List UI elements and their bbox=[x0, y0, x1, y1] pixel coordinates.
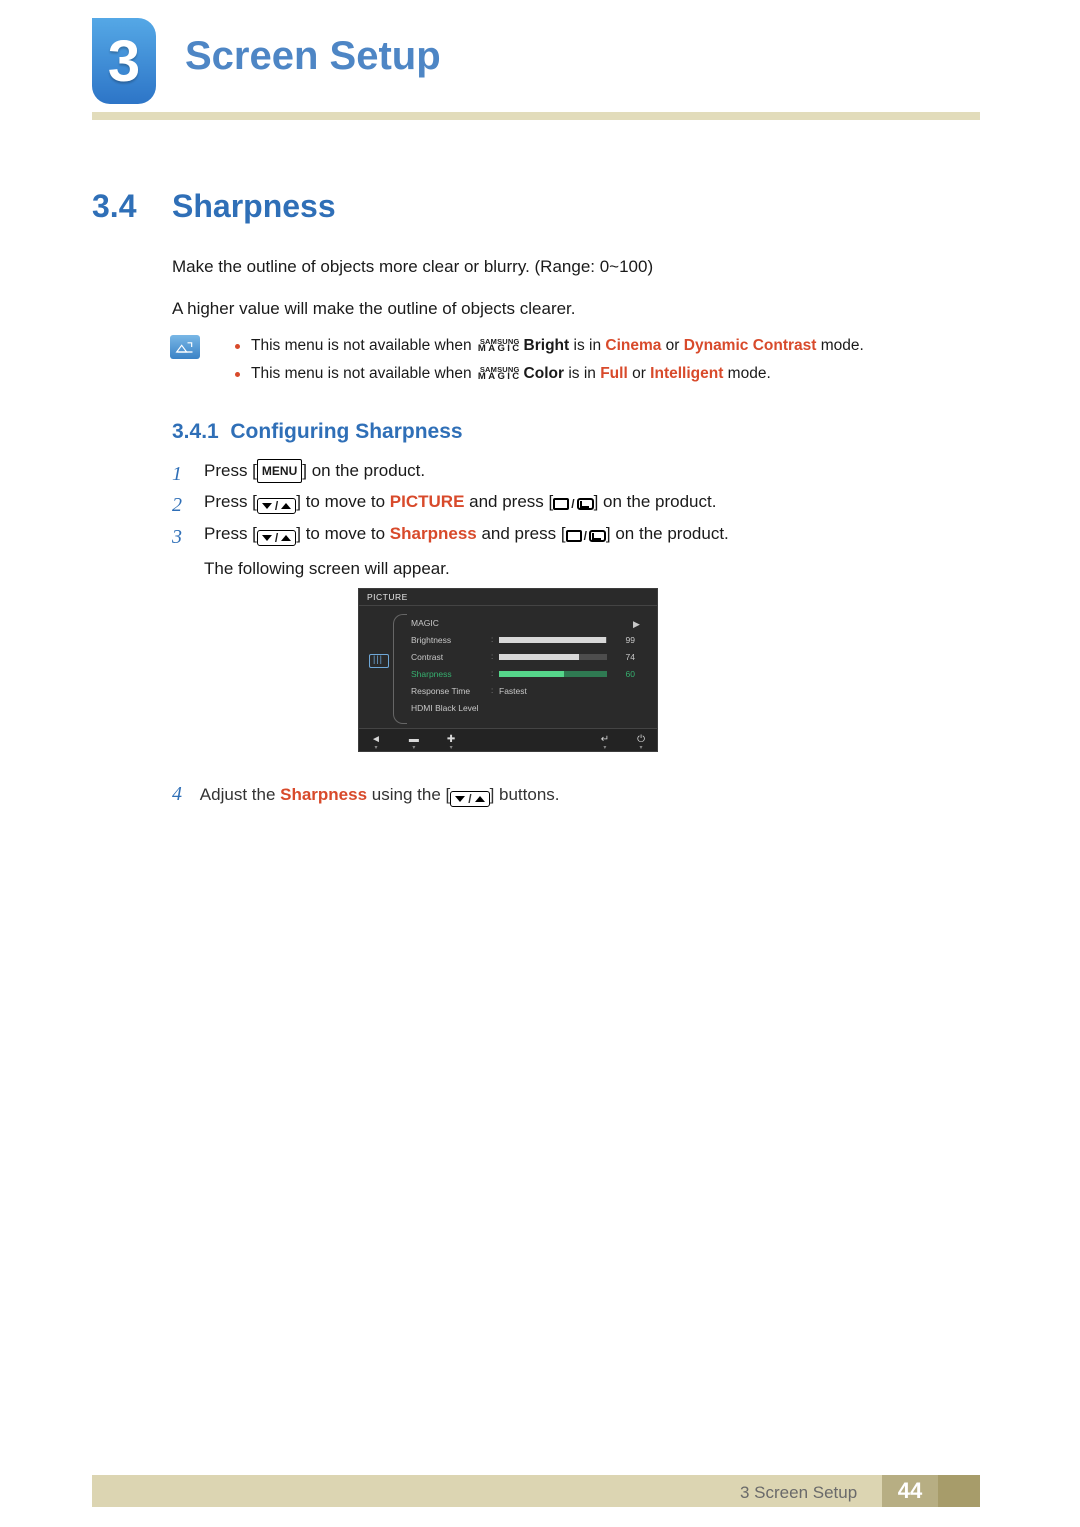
footer-bar-end bbox=[938, 1475, 980, 1507]
osd-bracket-decoration bbox=[393, 614, 407, 724]
footer-chapter-ref: 3 Screen Setup bbox=[740, 1483, 857, 1503]
steps-list: 1 Press [MENU] on the product. 2 Press [… bbox=[172, 455, 962, 585]
chapter-number-badge: 3 bbox=[92, 18, 156, 104]
step-1: 1 Press [MENU] on the product. bbox=[172, 455, 962, 486]
step-2: 2 Press [/] to move to PICTURE and press… bbox=[172, 486, 962, 517]
osd-row-magic: MAGIC ▶ bbox=[411, 614, 645, 631]
header-underline bbox=[92, 112, 980, 120]
osd-row-hdmi-black: HDMI Black Level bbox=[411, 699, 645, 716]
step-number: 3 bbox=[172, 519, 182, 556]
menu-button-icon: MENU bbox=[257, 459, 302, 483]
step-number: 4 bbox=[172, 783, 182, 805]
osd-row-brightness: Brightness: 99 bbox=[411, 631, 645, 648]
chapter-title: Screen Setup bbox=[185, 34, 441, 79]
note-icon bbox=[170, 335, 200, 359]
osd-header: PICTURE bbox=[359, 589, 657, 606]
source-enter-button-icon: / bbox=[566, 530, 606, 542]
chevron-right-icon: ▶ bbox=[633, 619, 641, 627]
note-item-1: This menu is not available when SAMSUNGM… bbox=[235, 337, 965, 355]
osd-enter-icon: ↵▾ bbox=[601, 734, 609, 745]
osd-minus-icon: ▬▾ bbox=[409, 734, 419, 745]
section-number: 3.4 bbox=[92, 188, 136, 225]
section-title: Sharpness bbox=[172, 188, 336, 225]
osd-row-sharpness: Sharpness: 60 bbox=[411, 665, 645, 682]
samsung-magic-logo: SAMSUNGMAGIC bbox=[478, 367, 522, 381]
down-up-button-icon: / bbox=[257, 530, 296, 546]
step-4: 4 Adjust the Sharpness using the [/] but… bbox=[172, 778, 962, 810]
osd-power-icon: ⏻▾ bbox=[637, 734, 645, 745]
section-description-2: A higher value will make the outline of … bbox=[172, 297, 932, 321]
osd-plus-icon: ✚▾ bbox=[447, 734, 455, 745]
samsung-magic-logo: SAMSUNGMAGIC bbox=[478, 339, 522, 353]
down-up-button-icon: / bbox=[257, 498, 296, 514]
down-up-button-icon: / bbox=[450, 791, 489, 807]
osd-back-icon: ◄▾ bbox=[371, 734, 381, 745]
sharpness-slider bbox=[499, 671, 607, 677]
note-list: This menu is not available when SAMSUNGM… bbox=[235, 337, 965, 393]
section-description-1: Make the outline of objects more clear o… bbox=[172, 255, 932, 279]
step-3: 3 Press [/] to move to Sharpness and pre… bbox=[172, 518, 962, 585]
footer-page-box: 44 bbox=[882, 1475, 938, 1507]
osd-row-response-time: Response Time: Fastest bbox=[411, 682, 645, 699]
source-enter-button-icon: / bbox=[553, 498, 593, 510]
osd-footer-icons: ◄▾ ▬▾ ✚▾ ↵▾ ⏻▾ bbox=[359, 728, 657, 751]
subsection-title: 3.4.1 Configuring Sharpness bbox=[172, 420, 463, 444]
step-3-note: The following screen will appear. bbox=[204, 549, 962, 584]
page-number: 44 bbox=[898, 1478, 922, 1504]
osd-menu-screenshot: PICTURE MAGIC ▶ Brightness: 99 Contrast:… bbox=[358, 588, 658, 752]
osd-row-contrast: Contrast: 74 bbox=[411, 648, 645, 665]
brightness-slider bbox=[499, 637, 607, 643]
note-item-2: This menu is not available when SAMSUNGM… bbox=[235, 365, 965, 383]
picture-category-icon bbox=[369, 654, 389, 668]
contrast-slider bbox=[499, 654, 607, 660]
